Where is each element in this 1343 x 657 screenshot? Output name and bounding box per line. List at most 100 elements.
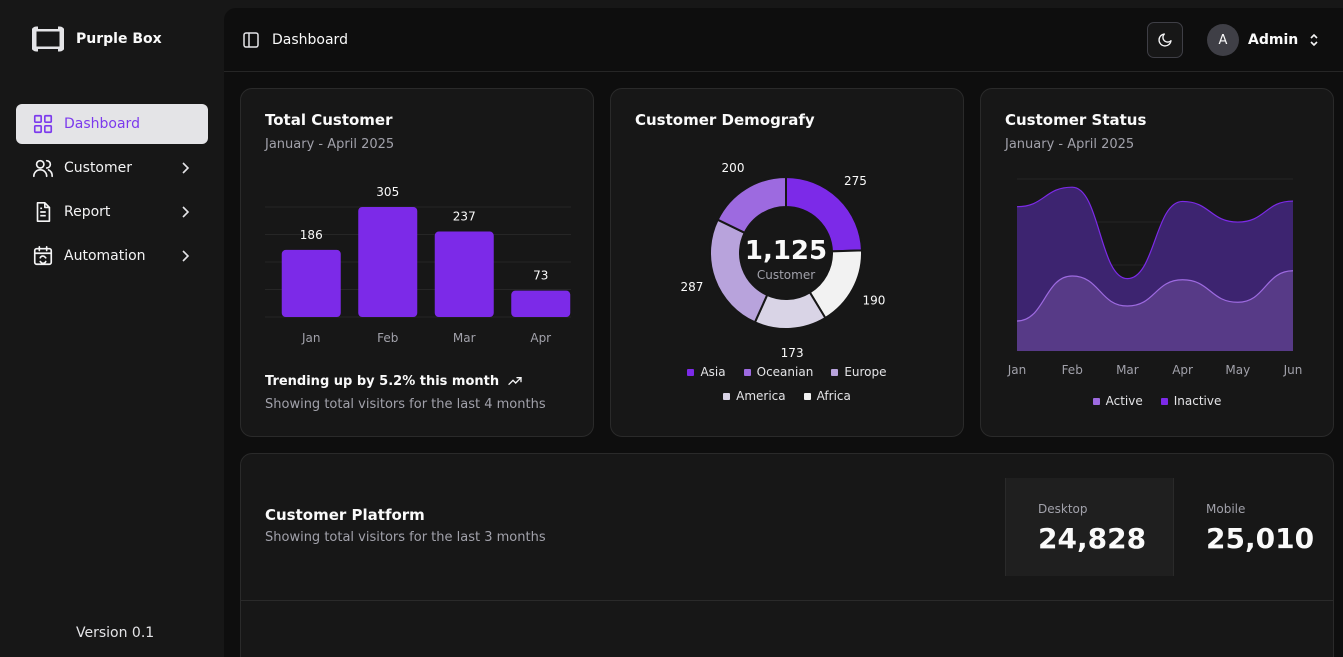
x-tick-label: Mar bbox=[1116, 363, 1139, 377]
chevron-right-icon bbox=[182, 250, 190, 262]
bar-value-label: 305 bbox=[376, 185, 399, 199]
donut-legend: Asia Oceanian Europe America Africa bbox=[611, 365, 963, 403]
bar[interactable] bbox=[434, 231, 494, 317]
sidebar-item-report[interactable]: Report bbox=[16, 192, 208, 232]
legend-label: America bbox=[736, 389, 786, 403]
legend-label: Active bbox=[1105, 394, 1143, 408]
grid-icon bbox=[33, 114, 53, 134]
donut-slice-oceanian[interactable] bbox=[716, 175, 787, 235]
desktop-stat[interactable]: Desktop 24,828 bbox=[1005, 478, 1173, 576]
slice-value-label: 200 bbox=[722, 161, 745, 175]
card-subtitle: January - April 2025 bbox=[1005, 137, 1135, 152]
users-icon bbox=[33, 159, 53, 178]
area-legend: Active Inactive bbox=[981, 394, 1333, 408]
bar-chart: 186 Jan 305 Feb 237 Mar 73 Apr bbox=[265, 185, 571, 345]
version-label: Version 0.1 bbox=[76, 625, 155, 641]
divider bbox=[241, 600, 1333, 601]
donut-chart: 275 190 173 287 200 1,125 Customer bbox=[681, 161, 886, 359]
bar[interactable] bbox=[358, 207, 418, 317]
sidebar: Purple Box Dashboard Customer Report Aut… bbox=[0, 0, 224, 657]
mobile-label: Mobile bbox=[1206, 502, 1246, 516]
trend-footnote: Showing total visitors for the last 4 mo… bbox=[265, 397, 546, 412]
card-subtitle: January - April 2025 bbox=[265, 137, 395, 152]
desktop-value: 24,828 bbox=[1038, 522, 1147, 555]
x-tick-label: Mar bbox=[453, 331, 476, 345]
legend-swatch bbox=[687, 368, 695, 376]
customer-platform-card: Customer Platform Showing total visitors… bbox=[240, 453, 1334, 657]
x-tick-label: Feb bbox=[377, 331, 398, 345]
trending-up-icon bbox=[508, 377, 522, 385]
legend-item-america[interactable]: America bbox=[723, 389, 786, 403]
trend-text: Trending up by 5.2% this month bbox=[265, 373, 500, 389]
legend-label: Inactive bbox=[1173, 394, 1222, 408]
theme-toggle-button[interactable] bbox=[1147, 22, 1183, 58]
sidebar-item-label: Report bbox=[64, 204, 111, 220]
area-chart: Jan Feb Mar Apr May Jun bbox=[1007, 178, 1303, 377]
sidebar-item-label: Customer bbox=[64, 160, 133, 176]
slice-value-label: 173 bbox=[781, 346, 804, 359]
x-tick-label: Apr bbox=[530, 331, 551, 345]
trend-line: Trending up by 5.2% this month bbox=[265, 373, 523, 389]
legend-label: Africa bbox=[816, 389, 851, 403]
mobile-value: 25,010 bbox=[1206, 522, 1315, 555]
x-tick-label: Jun bbox=[1283, 363, 1303, 377]
bar-value-label: 186 bbox=[300, 228, 323, 242]
legend-swatch bbox=[723, 392, 731, 400]
customer-demography-card: Customer Demografy 275 190 173 287 200 1,125 C… bbox=[610, 88, 964, 437]
chevron-right-icon bbox=[182, 206, 190, 218]
x-tick-label: May bbox=[1225, 363, 1250, 377]
user-menu[interactable]: A Admin bbox=[1207, 24, 1321, 56]
moon-icon bbox=[1158, 33, 1172, 47]
user-name: Admin bbox=[1248, 32, 1299, 48]
legend-swatch bbox=[1160, 397, 1168, 405]
bar-value-label: 237 bbox=[453, 210, 476, 224]
card-title: Customer Status bbox=[1005, 111, 1147, 129]
desktop-label: Desktop bbox=[1038, 502, 1088, 516]
donut-center-label: Customer bbox=[757, 268, 815, 282]
legend-item-asia[interactable]: Asia bbox=[687, 365, 726, 379]
x-tick-label: Feb bbox=[1062, 363, 1083, 377]
brand[interactable]: Purple Box bbox=[32, 25, 162, 53]
legend-item-africa[interactable]: Africa bbox=[803, 389, 851, 403]
legend-label: Asia bbox=[700, 365, 726, 379]
slice-value-label: 190 bbox=[863, 294, 886, 308]
legend-swatch bbox=[743, 368, 751, 376]
chevron-right-icon bbox=[182, 162, 190, 174]
legend-item-inactive[interactable]: Inactive bbox=[1160, 394, 1222, 408]
sidebar-item-automation[interactable]: Automation bbox=[16, 236, 208, 276]
card-title: Total Customer bbox=[265, 111, 393, 129]
slice-value-label: 287 bbox=[681, 280, 704, 294]
avatar: A bbox=[1207, 24, 1239, 56]
document-icon bbox=[36, 202, 51, 222]
sidebar-item-customer[interactable]: Customer bbox=[16, 148, 208, 188]
purple-box-logo-icon bbox=[32, 25, 64, 53]
donut-center-value: 1,125 bbox=[745, 236, 827, 266]
card-title: Customer Demografy bbox=[635, 111, 815, 129]
main-content: Dashboard A Admin Total Customer January… bbox=[224, 8, 1343, 657]
legend-swatch bbox=[1092, 397, 1100, 405]
bar-value-label: 73 bbox=[533, 269, 548, 283]
sidebar-item-dashboard[interactable]: Dashboard bbox=[16, 104, 208, 144]
legend-item-oceanian[interactable]: Oceanian bbox=[743, 365, 813, 379]
calendar-sync-icon bbox=[33, 246, 53, 266]
total-customer-card: Total Customer January - April 2025 186 J… bbox=[240, 88, 594, 437]
page-title: Dashboard bbox=[272, 31, 348, 48]
bar[interactable] bbox=[281, 249, 341, 317]
customer-status-card: Customer Status January - April 2025 Jan… bbox=[980, 88, 1334, 437]
slice-value-label: 275 bbox=[844, 174, 867, 188]
card-title: Customer Platform bbox=[265, 506, 425, 524]
card-subtitle: Showing total visitors for the last 3 mo… bbox=[265, 530, 546, 545]
chevron-up-down-icon bbox=[1310, 33, 1318, 47]
bar[interactable] bbox=[511, 290, 571, 317]
sidebar-toggle-icon[interactable] bbox=[242, 31, 260, 49]
sidebar-item-label: Dashboard bbox=[64, 116, 140, 132]
legend-item-active[interactable]: Active bbox=[1092, 394, 1143, 408]
sidebar-nav: Dashboard Customer Report Automation bbox=[16, 104, 208, 280]
x-tick-label: Jan bbox=[301, 331, 321, 345]
legend-item-europe[interactable]: Europe bbox=[831, 365, 887, 379]
x-tick-label: Apr bbox=[1172, 363, 1193, 377]
mobile-stat[interactable]: Mobile 25,010 bbox=[1173, 478, 1341, 576]
legend-swatch bbox=[831, 368, 839, 376]
topbar: Dashboard A Admin bbox=[224, 8, 1343, 72]
legend-label: Europe bbox=[844, 365, 887, 379]
